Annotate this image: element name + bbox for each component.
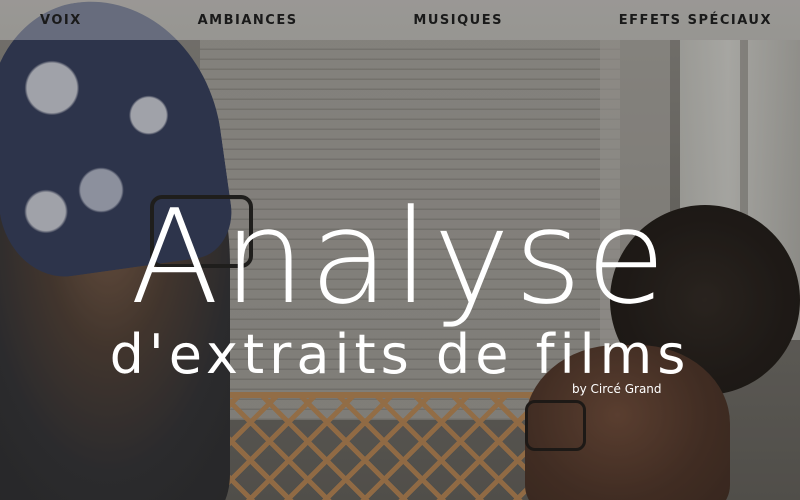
nav-item-ambiances[interactable]: AMBIANCES: [198, 13, 298, 28]
top-navigation: VOIX AMBIANCES MUSIQUES EFFETS SPÉCIAUX: [0, 0, 800, 40]
page-subtitle: d'extraits de films: [109, 322, 691, 386]
nav-item-effets-speciaux[interactable]: EFFETS SPÉCIAUX: [619, 13, 772, 28]
page-title: Analyse: [130, 181, 670, 334]
author-byline: by Circé Grand: [572, 382, 662, 396]
nav-item-musiques[interactable]: MUSIQUES: [413, 13, 503, 28]
nav-item-voix[interactable]: VOIX: [40, 13, 82, 28]
